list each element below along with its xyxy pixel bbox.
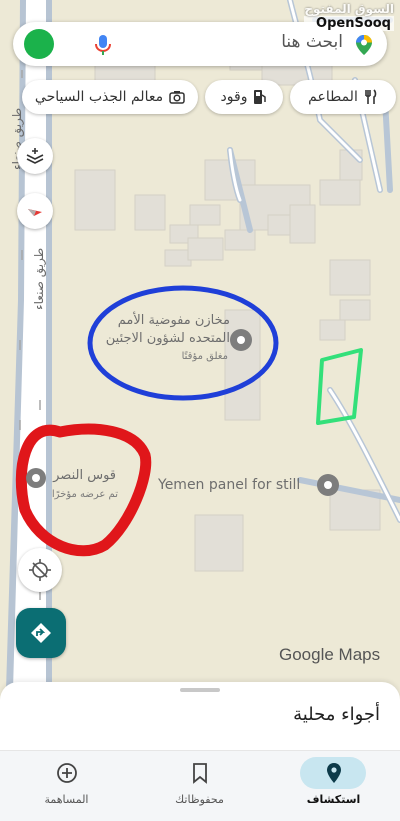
compass-button[interactable] <box>17 193 53 229</box>
nav-label: محفوظاتك <box>175 793 224 806</box>
nav-label: استكشاف <box>306 793 361 806</box>
place-label-yemen-panel[interactable]: Yemen panel for still <box>158 476 314 494</box>
bottom-navigation: المساهمة محفوظاتك استكشاف <box>0 750 400 821</box>
directions-button[interactable] <box>16 608 66 658</box>
chip-label: المطاعم <box>308 89 358 105</box>
watermark-english: OpenSooq <box>304 16 394 31</box>
nav-item-contribute[interactable]: المساهمة <box>0 751 133 821</box>
place-label-unhcr[interactable]: مخازن مفوضية الأمم المتحده لشؤون الاجئين <box>96 312 230 348</box>
sheet-title: أجواء محلية <box>293 704 380 725</box>
nav-label: المساهمة <box>44 793 89 806</box>
directions-icon <box>31 623 51 643</box>
green-annotation-shape <box>316 348 363 425</box>
place-status-arch: تم عرضه مؤخرًا <box>51 489 118 500</box>
layers-icon <box>26 148 44 164</box>
chip-restaurants[interactable]: المطاعم <box>290 80 396 114</box>
map-view[interactable]: طريق صنعاء طريق صنعاء مخازن مفوضية الأمم… <box>0 0 400 690</box>
chip-label: وقود <box>220 89 248 105</box>
fork-knife-icon <box>365 89 377 104</box>
gas-station-icon <box>254 90 267 104</box>
chip-attractions[interactable]: معالم الجذب السياحي <box>22 80 198 114</box>
watermark-arabic: السوق المفتوح <box>304 2 394 16</box>
search-input[interactable]: ابحث هنا <box>281 32 343 52</box>
google-maps-icon <box>356 35 372 55</box>
chip-label: معالم الجذب السياحي <box>34 89 164 105</box>
explore-pin-icon <box>327 763 341 783</box>
nav-item-saved[interactable]: محفوظاتك <box>133 751 266 821</box>
sheet-drag-handle[interactable] <box>180 688 220 692</box>
location-off-button[interactable] <box>18 548 62 592</box>
camera-icon <box>169 91 185 104</box>
place-pin-icon <box>317 474 339 496</box>
bookmark-icon <box>193 763 207 784</box>
microphone-icon[interactable] <box>93 33 113 57</box>
location-disabled-icon <box>29 559 51 581</box>
compass-icon <box>28 209 42 216</box>
bottom-sheet[interactable]: أجواء محلية <box>0 682 400 757</box>
google-maps-logo: Google Maps <box>279 645 381 664</box>
place-status-unhcr: مغلق مؤقتًا <box>181 351 228 362</box>
layers-button[interactable] <box>17 138 53 174</box>
place-pin-icon <box>230 329 252 351</box>
road-label: طريق صنعاء <box>32 247 46 310</box>
nav-item-explore[interactable]: استكشاف <box>267 751 400 821</box>
avatar[interactable] <box>24 29 54 59</box>
watermark: السوق المفتوح OpenSooq <box>304 2 394 31</box>
chip-fuel[interactable]: وقود <box>205 80 283 114</box>
place-label-arch[interactable]: قوس النصر <box>40 467 116 485</box>
add-circle-icon <box>57 763 77 783</box>
